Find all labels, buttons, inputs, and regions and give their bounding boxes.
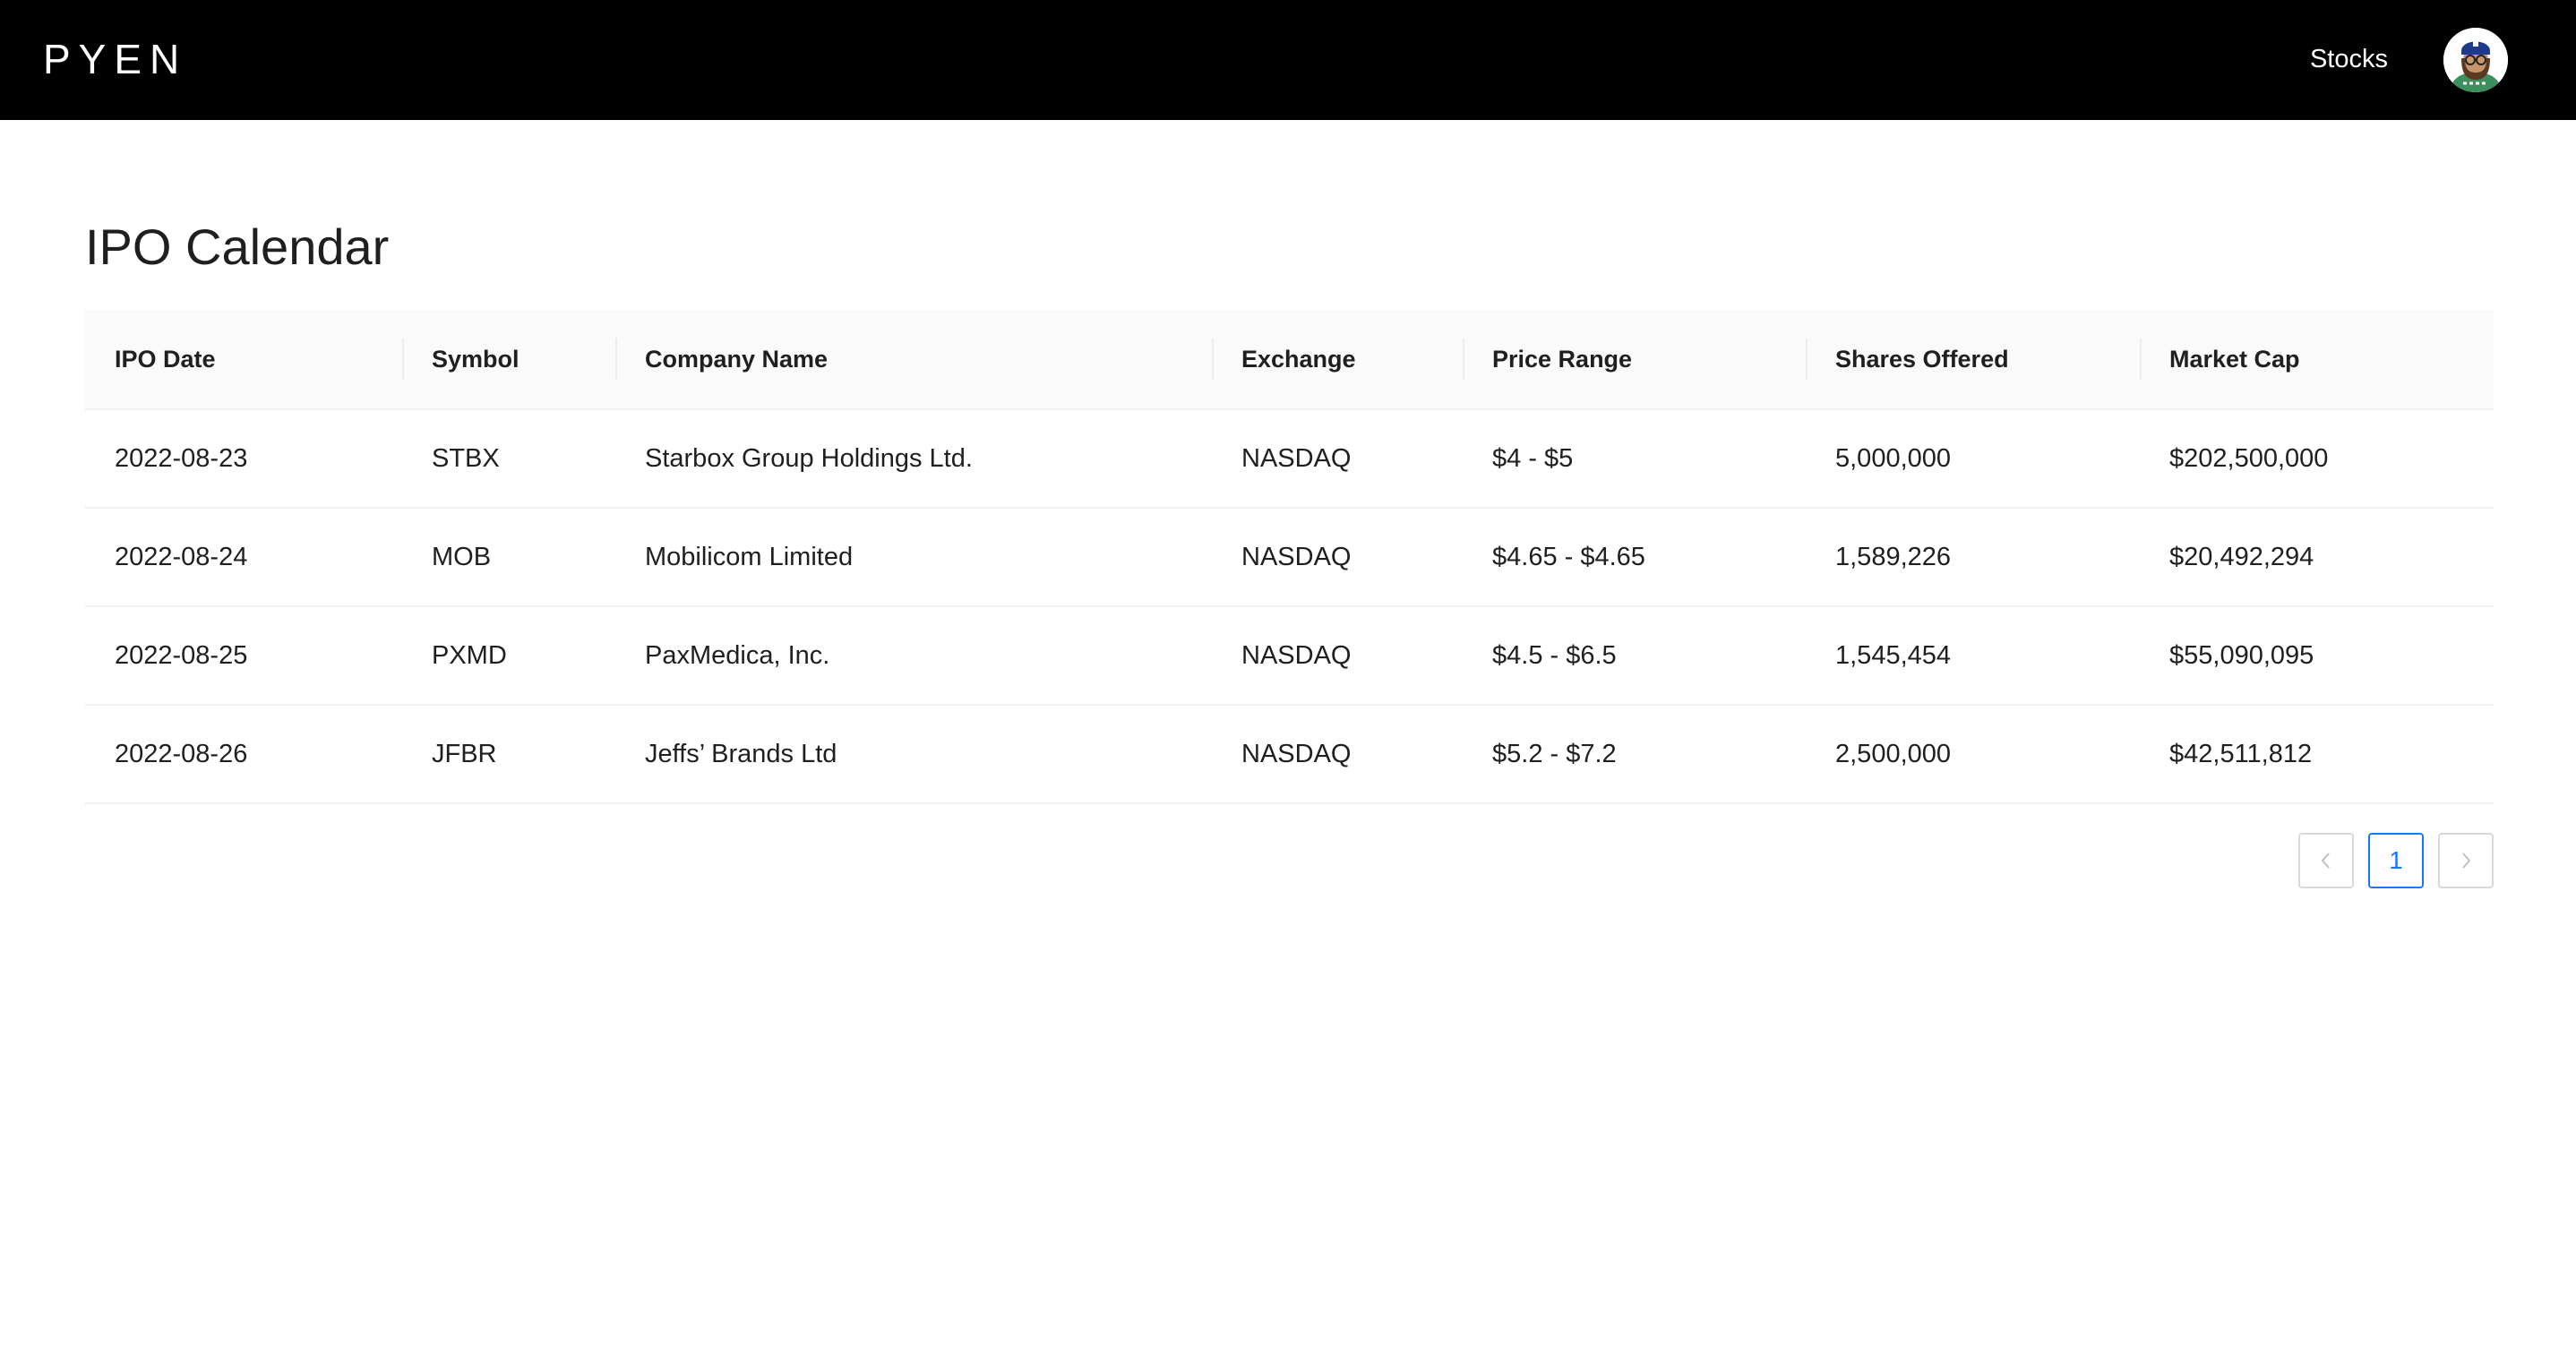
cell-shares-offered: 5,000,000 [1806,409,2140,509]
cell-market-cap: $202,500,000 [2140,409,2494,509]
pagination: 1 [2298,833,2494,888]
nav-link-stocks[interactable]: Stocks [2310,39,2388,79]
cell-symbol: MOB [402,508,615,607]
table-row: 2022-08-26 JFBR Jeffs’ Brands Ltd NASDAQ… [85,705,2494,804]
column-divider [2140,339,2142,380]
cell-price-range: $4.5 - $6.5 [1463,606,1806,706]
cell-exchange: NASDAQ [1212,409,1463,509]
cell-symbol: PXMD [402,606,615,706]
column-divider [1212,339,1214,380]
cell-price-range: $4 - $5 [1463,409,1806,509]
column-header-label: Market Cap [2169,345,2300,373]
chevron-right-icon [2462,853,2471,869]
user-avatar-icon[interactable] [2443,28,2508,92]
table-row: 2022-08-23 STBX Starbox Group Holdings L… [85,409,2494,509]
cell-shares-offered: 2,500,000 [1806,705,2140,804]
cell-shares-offered: 1,545,454 [1806,606,2140,706]
chevron-left-icon [2321,853,2330,869]
cell-company-name: Starbox Group Holdings Ltd. [615,409,1212,509]
cell-price-range: $5.2 - $7.2 [1463,705,1806,804]
column-header-ipo-date: IPO Date [85,310,402,410]
column-header-label: Shares Offered [1835,345,2009,373]
cell-company-name: Mobilicom Limited [615,508,1212,607]
table-header-row: IPO Date Symbol Company Name Exchange Pr… [85,310,2494,410]
cell-ipo-date: 2022-08-25 [85,606,402,706]
cell-symbol: STBX [402,409,615,509]
column-header-symbol: Symbol [402,310,615,410]
column-header-price-range: Price Range [1463,310,1806,410]
column-header-label: Price Range [1492,345,1633,373]
cell-exchange: NASDAQ [1212,606,1463,706]
table-row: 2022-08-25 PXMD PaxMedica, Inc. NASDAQ $… [85,606,2494,706]
cell-market-cap: $42,511,812 [2140,705,2494,804]
cell-ipo-date: 2022-08-23 [85,409,402,509]
cell-ipo-date: 2022-08-24 [85,508,402,607]
column-header-shares-offered: Shares Offered [1806,310,2140,410]
column-divider [615,339,617,380]
page-title: IPO Calendar [85,219,390,275]
page-number-button[interactable]: 1 [2368,833,2424,888]
cell-company-name: PaxMedica, Inc. [615,606,1212,706]
cell-price-range: $4.65 - $4.65 [1463,508,1806,607]
column-header-label: Symbol [432,345,519,373]
column-header-label: Exchange [1241,345,1356,373]
column-header-company-name: Company Name [615,310,1212,410]
table-row: 2022-08-24 MOB Mobilicom Limited NASDAQ … [85,508,2494,607]
cell-exchange: NASDAQ [1212,705,1463,804]
next-page-button[interactable] [2438,833,2494,888]
column-divider [1463,339,1464,380]
ipo-calendar-table: IPO Date Symbol Company Name Exchange Pr… [85,310,2494,804]
cell-ipo-date: 2022-08-26 [85,705,402,804]
prev-page-button[interactable] [2298,833,2354,888]
avatar-illustration [2443,28,2508,92]
column-divider [402,339,404,380]
cell-shares-offered: 1,589,226 [1806,508,2140,607]
column-divider [1806,339,1807,380]
cell-market-cap: $20,492,294 [2140,508,2494,607]
cell-exchange: NASDAQ [1212,508,1463,607]
column-header-exchange: Exchange [1212,310,1463,410]
cell-market-cap: $55,090,095 [2140,606,2494,706]
brand-logo[interactable]: PYEN [43,32,187,86]
top-navigation-bar: PYEN Stocks [0,0,2576,120]
cell-symbol: JFBR [402,705,615,804]
cell-company-name: Jeffs’ Brands Ltd [615,705,1212,804]
column-header-label: Company Name [645,345,829,373]
column-header-market-cap: Market Cap [2140,310,2494,410]
column-header-label: IPO Date [115,345,216,373]
